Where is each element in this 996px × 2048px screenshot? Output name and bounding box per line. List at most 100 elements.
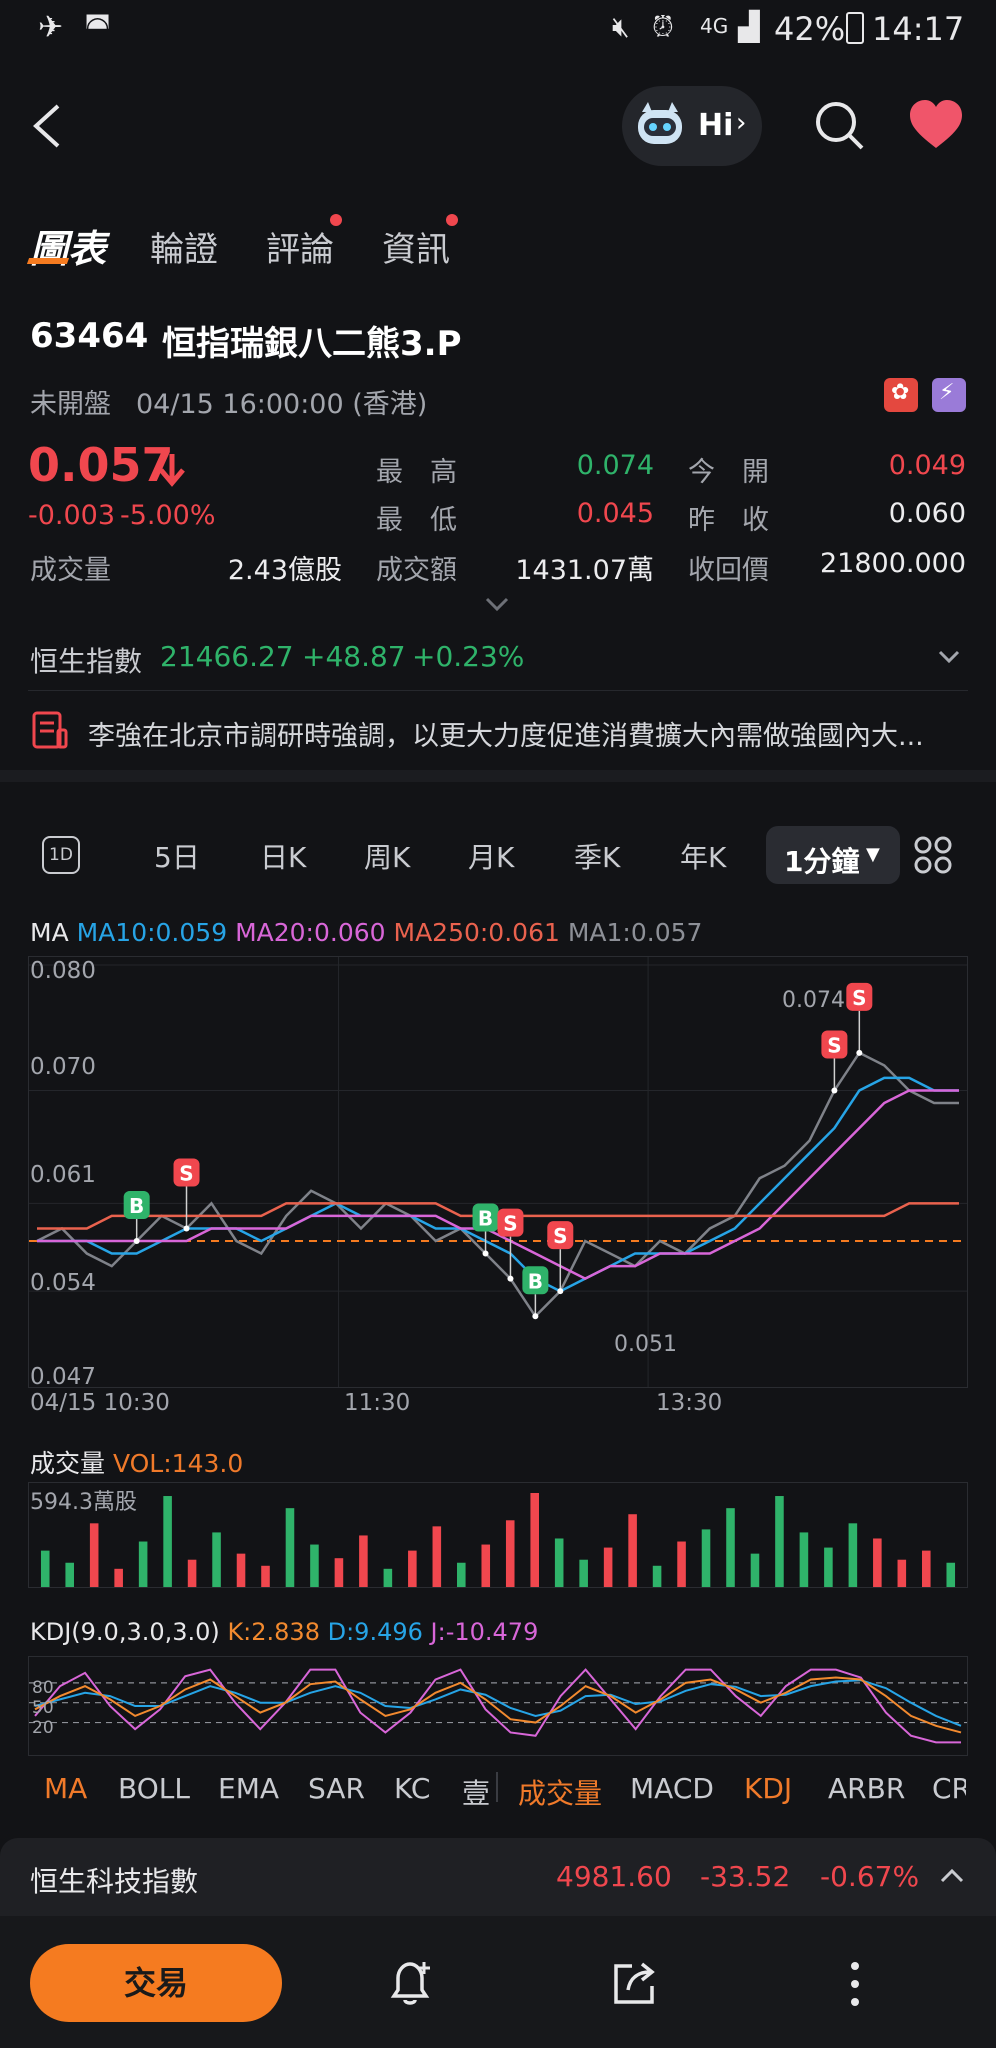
indicator-arbr[interactable]: ARBR <box>828 1772 905 1805</box>
divider <box>28 690 968 691</box>
x-tick: 11:30 <box>344 1390 411 1416</box>
volume-bar <box>897 1559 907 1587</box>
stock-name: 恒指瑞銀八二熊3.P <box>162 324 462 364</box>
marker-dot <box>183 1225 190 1232</box>
chevron-right-icon: › <box>736 108 747 138</box>
price-chart[interactable]: BSBSBSSS <box>28 956 968 1388</box>
kdj-d: D:9.496 <box>327 1618 423 1646</box>
period-quarter[interactable]: 季K <box>574 836 620 876</box>
marker-dot <box>831 1087 838 1094</box>
index-value: 21466.27 <box>160 640 294 673</box>
lightning-icon[interactable]: ⚡︎ <box>932 378 966 412</box>
network-label: 4G <box>700 14 729 38</box>
volume-chart[interactable] <box>28 1482 968 1588</box>
marker-dot <box>482 1250 489 1257</box>
ma20-value: MA20:0.060 <box>235 918 386 947</box>
indicator-kdj[interactable]: KDJ <box>744 1772 792 1805</box>
sell-marker-label: S <box>179 1161 193 1185</box>
indicator-boll[interactable]: BOLL <box>118 1772 190 1805</box>
bottom-index-pct: -0.67% <box>820 1860 920 1893</box>
indicator-cr[interactable]: CR <box>932 1772 966 1805</box>
x-tick: 04/15 10:30 <box>30 1390 170 1416</box>
period-1min-label: 1分鐘 <box>784 845 860 878</box>
trade-button[interactable]: 交易 <box>30 1944 282 2022</box>
volume-bar <box>334 1558 344 1587</box>
tab-news[interactable]: 資訊 <box>382 222 450 271</box>
sell-marker-label: S <box>852 986 866 1010</box>
more-icon[interactable] <box>848 1958 862 2010</box>
period-1min[interactable]: 1分鐘 ▼ <box>766 826 900 884</box>
market-status: 未開盤 <box>30 389 111 420</box>
marker-dot <box>507 1275 514 1282</box>
indicator-kc[interactable]: KC <box>394 1772 430 1805</box>
chevron-left-icon <box>33 104 60 148</box>
last-price: 0.057 <box>28 438 174 492</box>
kdj-chart[interactable] <box>28 1656 968 1756</box>
volume-bar <box>40 1550 50 1587</box>
y-tick: 0.054 <box>30 1270 96 1296</box>
indicator-volume[interactable]: 成交量 <box>518 1772 602 1812</box>
volume-label: 成交量 <box>30 555 111 586</box>
volume-bar <box>922 1550 931 1587</box>
volume-bar <box>775 1496 784 1587</box>
period-day[interactable]: 日K <box>260 836 306 876</box>
news-icon <box>32 711 68 749</box>
index-name[interactable]: 恒生指數 <box>30 640 142 680</box>
volume-bar <box>530 1493 539 1587</box>
news-headline[interactable]: 李強在北京市調研時強調，以更大力度促進消費擴大內需做強國內大... <box>88 714 958 753</box>
y-tick: 0.047 <box>30 1364 96 1390</box>
indicator-sar[interactable]: SAR <box>308 1772 365 1805</box>
share-icon[interactable] <box>608 1958 660 2010</box>
kdj-j-line <box>34 1668 961 1744</box>
low-value: 0.045 <box>576 498 654 529</box>
volume-chart-svg <box>40 1493 956 1587</box>
volume-bar <box>285 1508 295 1587</box>
back-button[interactable] <box>28 98 68 154</box>
volume-bar <box>579 1559 588 1587</box>
volume-max-label: 594.3萬股 <box>30 1490 137 1515</box>
kdj-level: 80 <box>32 1678 54 1698</box>
volume-bar <box>261 1565 270 1587</box>
high-label: 最 高 <box>376 457 457 488</box>
tab-comments[interactable]: 評論 <box>266 222 334 271</box>
tab-warrants[interactable]: 輪證 <box>150 222 218 271</box>
volume-value: 2.43億股 <box>227 555 342 586</box>
indicator-custom[interactable]: 壹 <box>462 1772 490 1812</box>
tab-chart[interactable]: 圖表 <box>30 218 106 273</box>
period-1d[interactable]: 1D <box>42 836 80 874</box>
price-change: -0.003 <box>28 500 116 531</box>
alert-bell-icon[interactable] <box>384 1958 436 2010</box>
volume-bar <box>652 1565 662 1587</box>
ma-title: MA <box>30 918 69 947</box>
volume-bar <box>89 1523 99 1587</box>
volume-bar <box>873 1538 882 1587</box>
chevron-down-icon[interactable] <box>938 650 960 664</box>
turnover-label: 成交額 <box>376 555 457 586</box>
volume-bar <box>457 1562 466 1587</box>
sell-marker-label: S <box>827 1033 841 1057</box>
favorite-button[interactable] <box>908 100 964 150</box>
indicator-macd[interactable]: MACD <box>630 1772 714 1805</box>
bottom-index-value: 4981.60 <box>556 1860 672 1893</box>
quote-datetime: 04/15 16:00:00 (香港) <box>136 389 428 420</box>
volume-bar <box>163 1496 172 1587</box>
kdj-level: 20 <box>32 1718 54 1738</box>
period-5d[interactable]: 5日 <box>154 836 200 876</box>
volume-bar <box>701 1529 711 1587</box>
search-button[interactable] <box>814 100 866 152</box>
expand-chevron-icon[interactable] <box>484 596 510 612</box>
bottom-index-bar[interactable]: 恒生科技指數 4981.60 -33.52 -0.67% <box>0 1838 996 1916</box>
indicator-ema[interactable]: EMA <box>218 1772 279 1805</box>
alarm-icon: ⏰︎ <box>652 10 674 43</box>
volume-bar <box>187 1559 197 1587</box>
period-month[interactable]: 月K <box>468 836 514 876</box>
low-label: 最 低 <box>376 505 457 536</box>
volume-bar <box>848 1523 858 1587</box>
volume-title: 成交量 <box>30 1449 106 1478</box>
period-week[interactable]: 周K <box>364 836 410 876</box>
indicator-ma[interactable]: MA <box>44 1772 87 1805</box>
buy-marker-label: B <box>129 1194 144 1218</box>
grid-icon[interactable] <box>914 836 952 874</box>
period-year[interactable]: 年K <box>680 836 726 876</box>
assistant-hi-button[interactable]: Hi › <box>622 86 762 166</box>
